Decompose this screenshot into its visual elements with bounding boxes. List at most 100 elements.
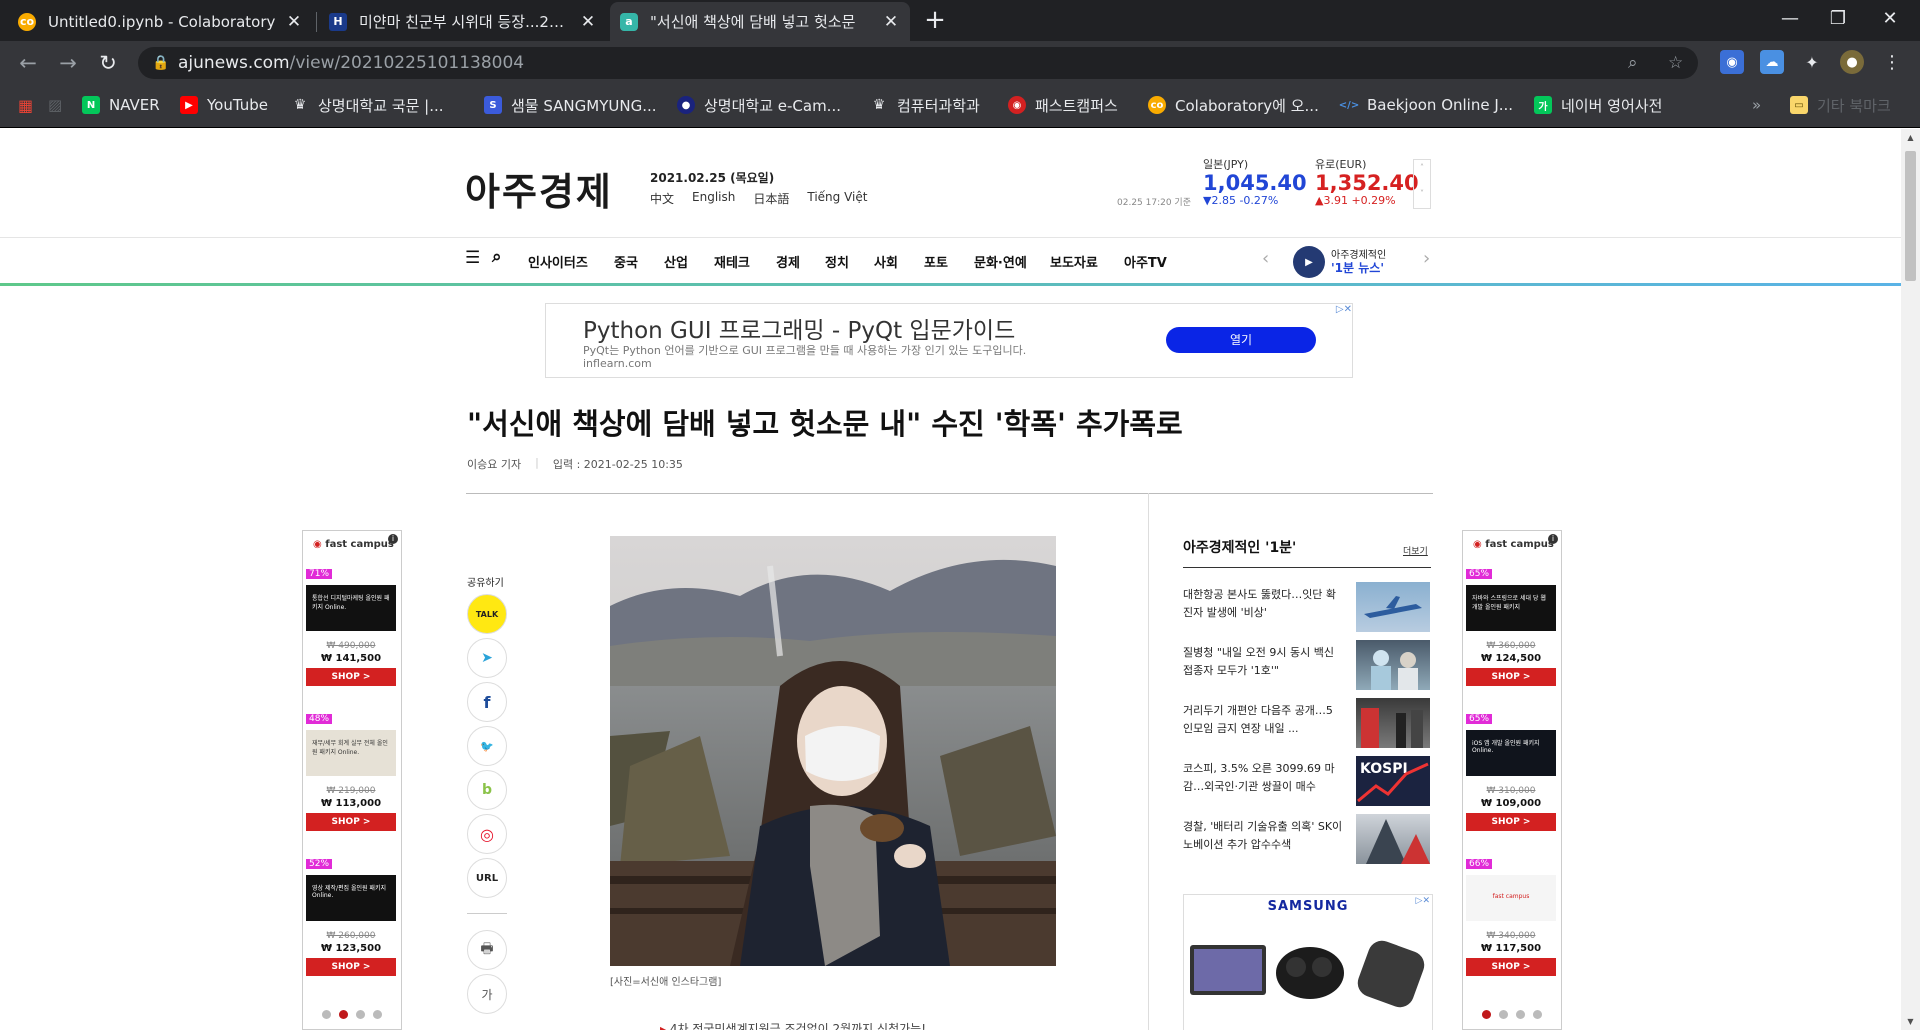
- left-side-ad[interactable]: ◉ fast campus i 71% 통합선 디지털마케팅 올인원 패키지 O…: [302, 530, 402, 1030]
- dot[interactable]: [1482, 1010, 1491, 1019]
- dot[interactable]: [1533, 1010, 1542, 1019]
- reload-button[interactable]: ↻: [94, 49, 122, 77]
- tab-news-h[interactable]: H 미얀마 친군부 시위대 등장...20일 ✕: [319, 2, 607, 41]
- chevron-right-icon[interactable]: ›: [1423, 248, 1430, 269]
- news-thumbnail[interactable]: [1356, 640, 1430, 690]
- menu-kebab-icon[interactable]: ⋮: [1880, 50, 1904, 74]
- tab-colab[interactable]: co Untitled0.ipynb - Colaboratory ✕: [8, 2, 313, 41]
- telegram-share-icon[interactable]: ➤: [467, 638, 507, 678]
- news-thumbnail[interactable]: [1356, 814, 1430, 864]
- chevron-left-icon[interactable]: ‹: [1262, 248, 1269, 269]
- facebook-share-icon[interactable]: f: [467, 682, 507, 722]
- puzzle-icon[interactable]: ✦: [1800, 50, 1824, 74]
- news-title[interactable]: 코스피, 3.5% 오른 3099.69 마감…외국인·기관 쌍끌이 매수: [1183, 760, 1343, 796]
- news-item[interactable]: 거리두기 개편안 다음주 공개…5인모임 금지 연장 내일 ...: [1183, 698, 1433, 750]
- news-item[interactable]: 경찰, '배터리 기술유출 의혹' SK이노베이션 추가 압수수색: [1183, 814, 1433, 866]
- bookmark-colab[interactable]: co Colaboratory에 오...: [1148, 92, 1319, 118]
- apps-icon[interactable]: ▦: [18, 92, 33, 118]
- lang-chinese[interactable]: 中文: [650, 190, 674, 207]
- shop-button[interactable]: SHOP >: [1466, 668, 1556, 686]
- weibo-share-icon[interactable]: ◎: [467, 814, 507, 854]
- address-bar[interactable]: 🔒 ajunews.com/view/20210225101138004 ⌕ ☆: [138, 47, 1698, 79]
- kakaotalk-share-icon[interactable]: TALK: [467, 594, 507, 634]
- zoom-icon[interactable]: ⌕: [1628, 47, 1638, 79]
- tab-ajunews[interactable]: a "서신애 책상에 담배 넣고 헛소문 ✕: [610, 2, 910, 41]
- shop-button[interactable]: SHOP >: [1466, 958, 1556, 976]
- font-size-button[interactable]: 가: [467, 974, 507, 1014]
- scroll-up-icon[interactable]: ▲: [1901, 133, 1920, 142]
- news-item[interactable]: 대한항공 본사도 뚫렸다…잇단 확진자 발생에 '비상': [1183, 582, 1433, 634]
- close-window-button[interactable]: ✕: [1860, 0, 1920, 40]
- nav-economy[interactable]: 경제: [776, 252, 800, 271]
- news-item[interactable]: 질병청 "내일 오전 9시 동시 백신 접종자 모두가 '1호'": [1183, 640, 1433, 692]
- nav-politics[interactable]: 정치: [825, 252, 849, 271]
- scrollbar-thumb[interactable]: [1905, 151, 1916, 281]
- close-icon[interactable]: ✕: [285, 12, 303, 32]
- close-icon[interactable]: ✕: [882, 12, 900, 32]
- nav-photo[interactable]: 포토: [924, 252, 948, 271]
- search-icon[interactable]: ⌕: [492, 247, 502, 267]
- dot[interactable]: [356, 1010, 365, 1019]
- ad-open-button[interactable]: 열기: [1166, 327, 1316, 353]
- top-ad-banner[interactable]: Python GUI 프로그래밍 - PyQt 입문가이드 PyQt는 Pyth…: [545, 303, 1353, 378]
- right-side-ad[interactable]: ◉ fast campus i 65% 자바와 스프링으로 세대 당 웹 개발 …: [1462, 530, 1562, 1030]
- avatar[interactable]: ●: [1840, 50, 1864, 74]
- new-tab-button[interactable]: +: [920, 6, 950, 36]
- dot[interactable]: [1499, 1010, 1508, 1019]
- chevron-down-icon[interactable]: ˅: [1414, 186, 1430, 202]
- fx-pager[interactable]: ˄ ˅: [1413, 159, 1431, 209]
- news-title[interactable]: 거리두기 개편안 다음주 공개…5인모임 금지 연장 내일 ...: [1183, 702, 1343, 738]
- nav-ajutv[interactable]: 아주TV: [1124, 252, 1167, 271]
- news-title[interactable]: 대한항공 본사도 뚫렸다…잇단 확진자 발생에 '비상': [1183, 586, 1343, 622]
- news-thumbnail[interactable]: KOSPI: [1356, 756, 1430, 806]
- dot[interactable]: [339, 1010, 348, 1019]
- bookmark-youtube[interactable]: ▶ YouTube: [180, 92, 268, 118]
- one-minute-news[interactable]: ▶ 아주경제적인 '1분 뉴스': [1293, 246, 1386, 278]
- nav-culture[interactable]: 문화·연예: [974, 252, 1027, 271]
- nav-china[interactable]: 중국: [614, 252, 638, 271]
- ad-info-icon[interactable]: i: [1548, 534, 1558, 544]
- close-icon[interactable]: ✕: [579, 12, 597, 32]
- twitter-share-icon[interactable]: 🐦: [467, 726, 507, 766]
- bookmark-cs[interactable]: ♛ 컴퓨터과학과: [870, 92, 980, 118]
- dot[interactable]: [322, 1010, 331, 1019]
- ad-close-icon[interactable]: ▷✕: [1336, 304, 1352, 315]
- nav-society[interactable]: 사회: [874, 252, 898, 271]
- dot[interactable]: [1516, 1010, 1525, 1019]
- folder-icon[interactable]: ▨: [48, 92, 62, 118]
- promo-text[interactable]: 4차 전국민생계지원금 조건없이 2월까지 신청가능!: [670, 1022, 926, 1030]
- nav-press[interactable]: 보도자료: [1050, 252, 1098, 271]
- copy-url-button[interactable]: URL: [467, 858, 507, 898]
- ad-info-icon[interactable]: i: [388, 534, 398, 544]
- bookmark-sangmyung[interactable]: S 샘물 SANGMYUNG...: [484, 92, 657, 118]
- news-title[interactable]: 질병청 "내일 오전 9시 동시 백신 접종자 모두가 '1호'": [1183, 644, 1343, 680]
- back-button[interactable]: ←: [14, 49, 42, 77]
- news-item[interactable]: 코스피, 3.5% 오른 3099.69 마감…외국인·기관 쌍끌이 매수 KO…: [1183, 756, 1433, 808]
- bookmark-fastcampus[interactable]: ◉ 패스트캠퍼스: [1008, 92, 1118, 118]
- ad-headline[interactable]: Python GUI 프로그래밍 - PyQt 입문가이드: [583, 311, 1015, 345]
- bookmark-naver-dict[interactable]: 가 네이버 영어사전: [1534, 92, 1662, 118]
- lang-vietnamese[interactable]: Tiếng Việt: [807, 190, 867, 207]
- news-thumbnail[interactable]: [1356, 582, 1430, 632]
- lang-english[interactable]: English: [692, 190, 735, 207]
- carousel-dots[interactable]: [1463, 1010, 1561, 1019]
- carousel-dots[interactable]: [303, 1010, 401, 1019]
- shop-button[interactable]: SHOP >: [306, 813, 396, 831]
- cloud-extension-icon[interactable]: ☁: [1760, 50, 1784, 74]
- news-thumbnail[interactable]: [1356, 698, 1430, 748]
- more-link[interactable]: 더보기: [1403, 544, 1428, 557]
- page-scrollbar[interactable]: ▲ ▼: [1901, 129, 1920, 1030]
- menu-icon[interactable]: ☰: [465, 248, 480, 268]
- bookmark-ecampus[interactable]: ● 상명대학교 e-Cam...: [677, 92, 841, 118]
- lang-japanese[interactable]: 日本語: [753, 190, 789, 207]
- nav-industry[interactable]: 산업: [664, 252, 688, 271]
- samsung-ad[interactable]: SAMSUNG ▷✕: [1183, 894, 1433, 1030]
- other-bookmarks[interactable]: ▭ 기타 북마크: [1790, 92, 1891, 118]
- band-share-icon[interactable]: b: [467, 770, 507, 810]
- bookmark-smu[interactable]: ♛ 상명대학교 국문 |...: [291, 92, 444, 118]
- shop-button[interactable]: SHOP >: [306, 958, 396, 976]
- reporter[interactable]: 이승요 기자: [467, 456, 521, 472]
- print-icon[interactable]: 🖶: [467, 930, 507, 970]
- ad-close-icon[interactable]: ▷✕: [1416, 896, 1430, 906]
- extension-icon[interactable]: ◉: [1720, 50, 1744, 74]
